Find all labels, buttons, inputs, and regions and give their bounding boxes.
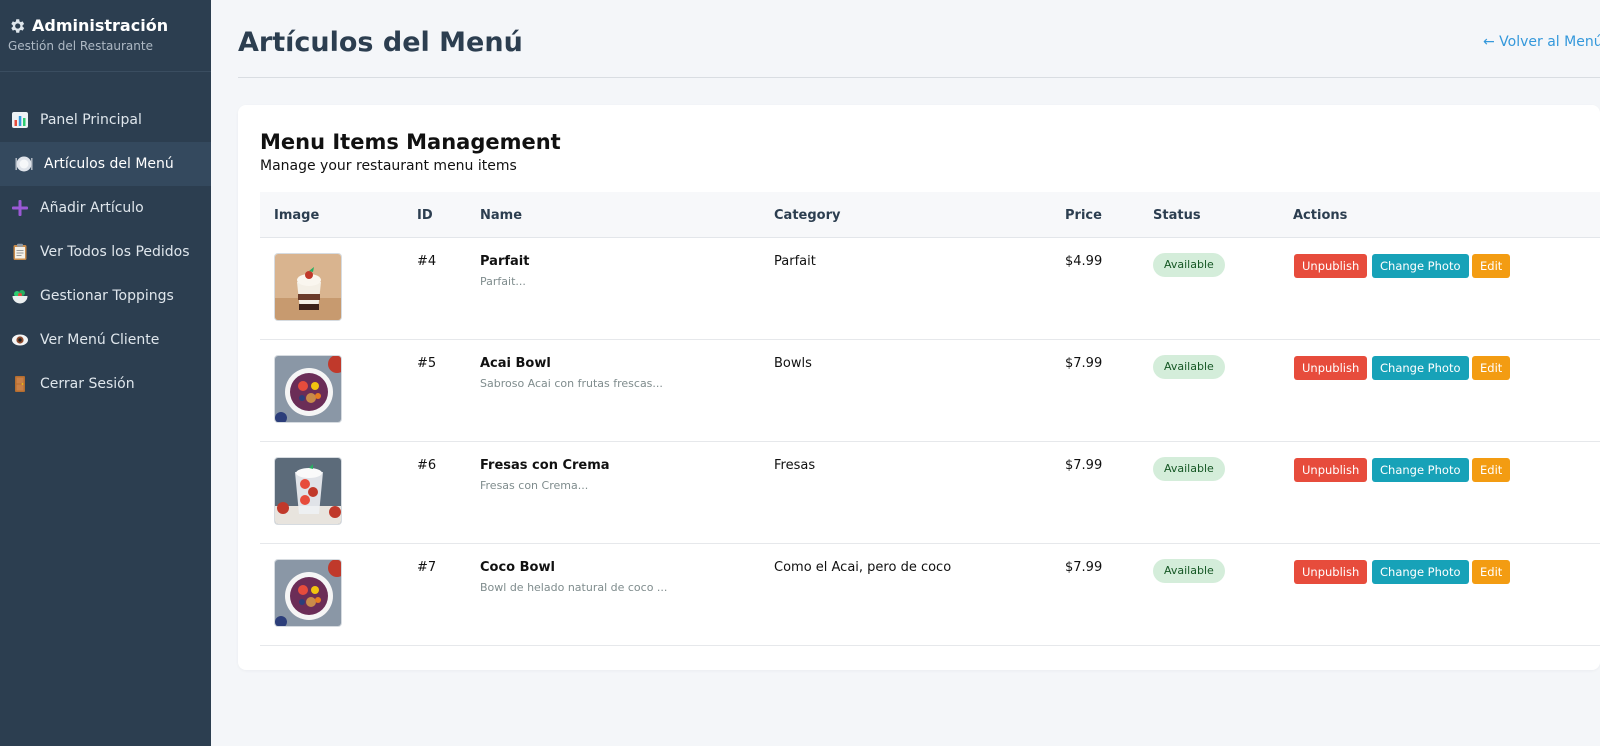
status-badge: Available <box>1153 355 1225 379</box>
sidebar-item-articulos-del-menu[interactable]: Artículos del Menú <box>0 142 211 186</box>
sidebar-item-cerrar-sesion[interactable]: Cerrar Sesión <box>0 362 211 406</box>
title-divider <box>238 77 1600 78</box>
item-description: Fresas con Crema... <box>480 479 589 492</box>
change-photo-button[interactable]: Change Photo <box>1372 560 1469 584</box>
item-category: Parfait <box>774 254 816 269</box>
sidebar-item-label: Artículos del Menú <box>44 156 174 172</box>
table-row: #6 Fresas con Crema Fresas con Crema... … <box>260 442 1600 544</box>
sidebar-item-ver-todos-los-pedidos[interactable]: Ver Todos los Pedidos <box>0 230 211 274</box>
sidebar: Administración Gestión del Restaurante P… <box>0 0 211 746</box>
table-header: Image ID Name Category Price Status Acti… <box>260 192 1600 238</box>
unpublish-button[interactable]: Unpublish <box>1294 458 1368 482</box>
plate-icon <box>15 155 33 173</box>
column-header-price: Price <box>1065 208 1102 223</box>
column-header-status: Status <box>1153 208 1201 223</box>
parfait-photo <box>274 253 342 321</box>
item-name: Fresas con Crema <box>480 458 610 473</box>
bar-chart-icon <box>11 111 29 129</box>
table-row: #7 Coco Bowl Bowl de helado natural de c… <box>260 544 1600 646</box>
sidebar-item-ver-menu-cliente[interactable]: Ver Menú Cliente <box>0 318 211 362</box>
item-name: Acai Bowl <box>480 356 551 371</box>
column-header-image: Image <box>274 208 320 223</box>
column-header-actions: Actions <box>1293 208 1348 223</box>
status-badge: Available <box>1153 457 1225 481</box>
edit-button[interactable]: Edit <box>1472 356 1511 380</box>
item-name: Parfait <box>480 254 530 269</box>
table-row: #4 Parfait Parfait... Parfait $4.99 Avai… <box>260 238 1600 340</box>
item-name-cell: Fresas con Crema Fresas con Crema... <box>480 458 610 492</box>
change-photo-button[interactable]: Change Photo <box>1372 458 1469 482</box>
gear-icon <box>8 17 26 35</box>
table-row: #5 Acai Bowl Sabroso Acai con frutas fre… <box>260 340 1600 442</box>
sidebar-item-anadir-articulo[interactable]: Añadir Artículo <box>0 186 211 230</box>
acai-bowl-photo <box>274 559 342 627</box>
item-description: Parfait... <box>480 275 526 288</box>
item-price: $7.99 <box>1065 356 1103 371</box>
sidebar-nav: Panel Principal Artículos del Menú Añadi… <box>0 98 211 406</box>
item-id: #4 <box>417 254 437 269</box>
page-title: Artículos del Menú <box>238 27 523 58</box>
sidebar-item-label: Cerrar Sesión <box>40 376 135 392</box>
item-price: $7.99 <box>1065 458 1103 473</box>
brand-subtitle: Gestión del Restaurante <box>8 39 153 53</box>
item-name-cell: Coco Bowl Bowl de helado natural de coco… <box>480 560 667 594</box>
plus-icon <box>11 199 29 217</box>
sidebar-brand: Administración Gestión del Restaurante <box>0 0 211 72</box>
item-name: Coco Bowl <box>480 560 555 575</box>
sidebar-item-label: Ver Menú Cliente <box>40 332 160 348</box>
card-title: Menu Items Management <box>260 130 561 154</box>
sidebar-item-label: Panel Principal <box>40 112 142 128</box>
menu-items-card: Menu Items Management Manage your restau… <box>238 105 1600 670</box>
sidebar-item-label: Gestionar Toppings <box>40 288 174 304</box>
brand-title: Administración <box>32 16 169 35</box>
item-category: Bowls <box>774 356 812 371</box>
sidebar-item-gestionar-toppings[interactable]: Gestionar Toppings <box>0 274 211 318</box>
clipboard-icon <box>11 243 29 261</box>
item-id: #7 <box>417 560 437 575</box>
item-description: Bowl de helado natural de coco ... <box>480 581 668 594</box>
change-photo-button[interactable]: Change Photo <box>1372 254 1469 278</box>
back-to-menu-link[interactable]: ← Volver al Menú d <box>1483 34 1600 50</box>
eye-icon <box>11 331 29 349</box>
edit-button[interactable]: Edit <box>1472 458 1511 482</box>
menu-items-table: Image ID Name Category Price Status Acti… <box>260 192 1600 646</box>
salad-bowl-icon <box>11 287 29 305</box>
strawberries-cream-photo <box>274 457 342 525</box>
edit-button[interactable]: Edit <box>1472 560 1511 584</box>
item-category: Fresas <box>774 458 816 473</box>
unpublish-button[interactable]: Unpublish <box>1294 356 1368 380</box>
sidebar-item-label: Ver Todos los Pedidos <box>40 244 190 260</box>
brand-title-row: Administración <box>8 16 211 35</box>
item-price: $7.99 <box>1065 560 1103 575</box>
item-name-cell: Acai Bowl Sabroso Acai con frutas fresca… <box>480 356 663 390</box>
sidebar-item-panel-principal[interactable]: Panel Principal <box>0 98 211 142</box>
edit-button[interactable]: Edit <box>1472 254 1511 278</box>
sidebar-item-label: Añadir Artículo <box>40 200 144 216</box>
column-header-category: Category <box>774 208 841 223</box>
main-content: Artículos del Menú ← Volver al Menú d Me… <box>211 0 1600 746</box>
unpublish-button[interactable]: Unpublish <box>1294 254 1368 278</box>
item-description: Sabroso Acai con frutas frescas... <box>480 377 663 390</box>
column-header-id: ID <box>417 208 433 223</box>
item-id: #6 <box>417 458 437 473</box>
item-name-cell: Parfait Parfait... <box>480 254 529 288</box>
card-subtitle: Manage your restaurant menu items <box>260 158 517 174</box>
status-badge: Available <box>1153 253 1225 277</box>
item-id: #5 <box>417 356 437 371</box>
item-category: Como el Acai, pero de coco <box>774 560 952 575</box>
change-photo-button[interactable]: Change Photo <box>1372 356 1469 380</box>
acai-bowl-photo <box>274 355 342 423</box>
column-header-name: Name <box>480 208 523 223</box>
unpublish-button[interactable]: Unpublish <box>1294 560 1368 584</box>
item-price: $4.99 <box>1065 254 1103 269</box>
door-icon <box>11 375 29 393</box>
status-badge: Available <box>1153 559 1225 583</box>
